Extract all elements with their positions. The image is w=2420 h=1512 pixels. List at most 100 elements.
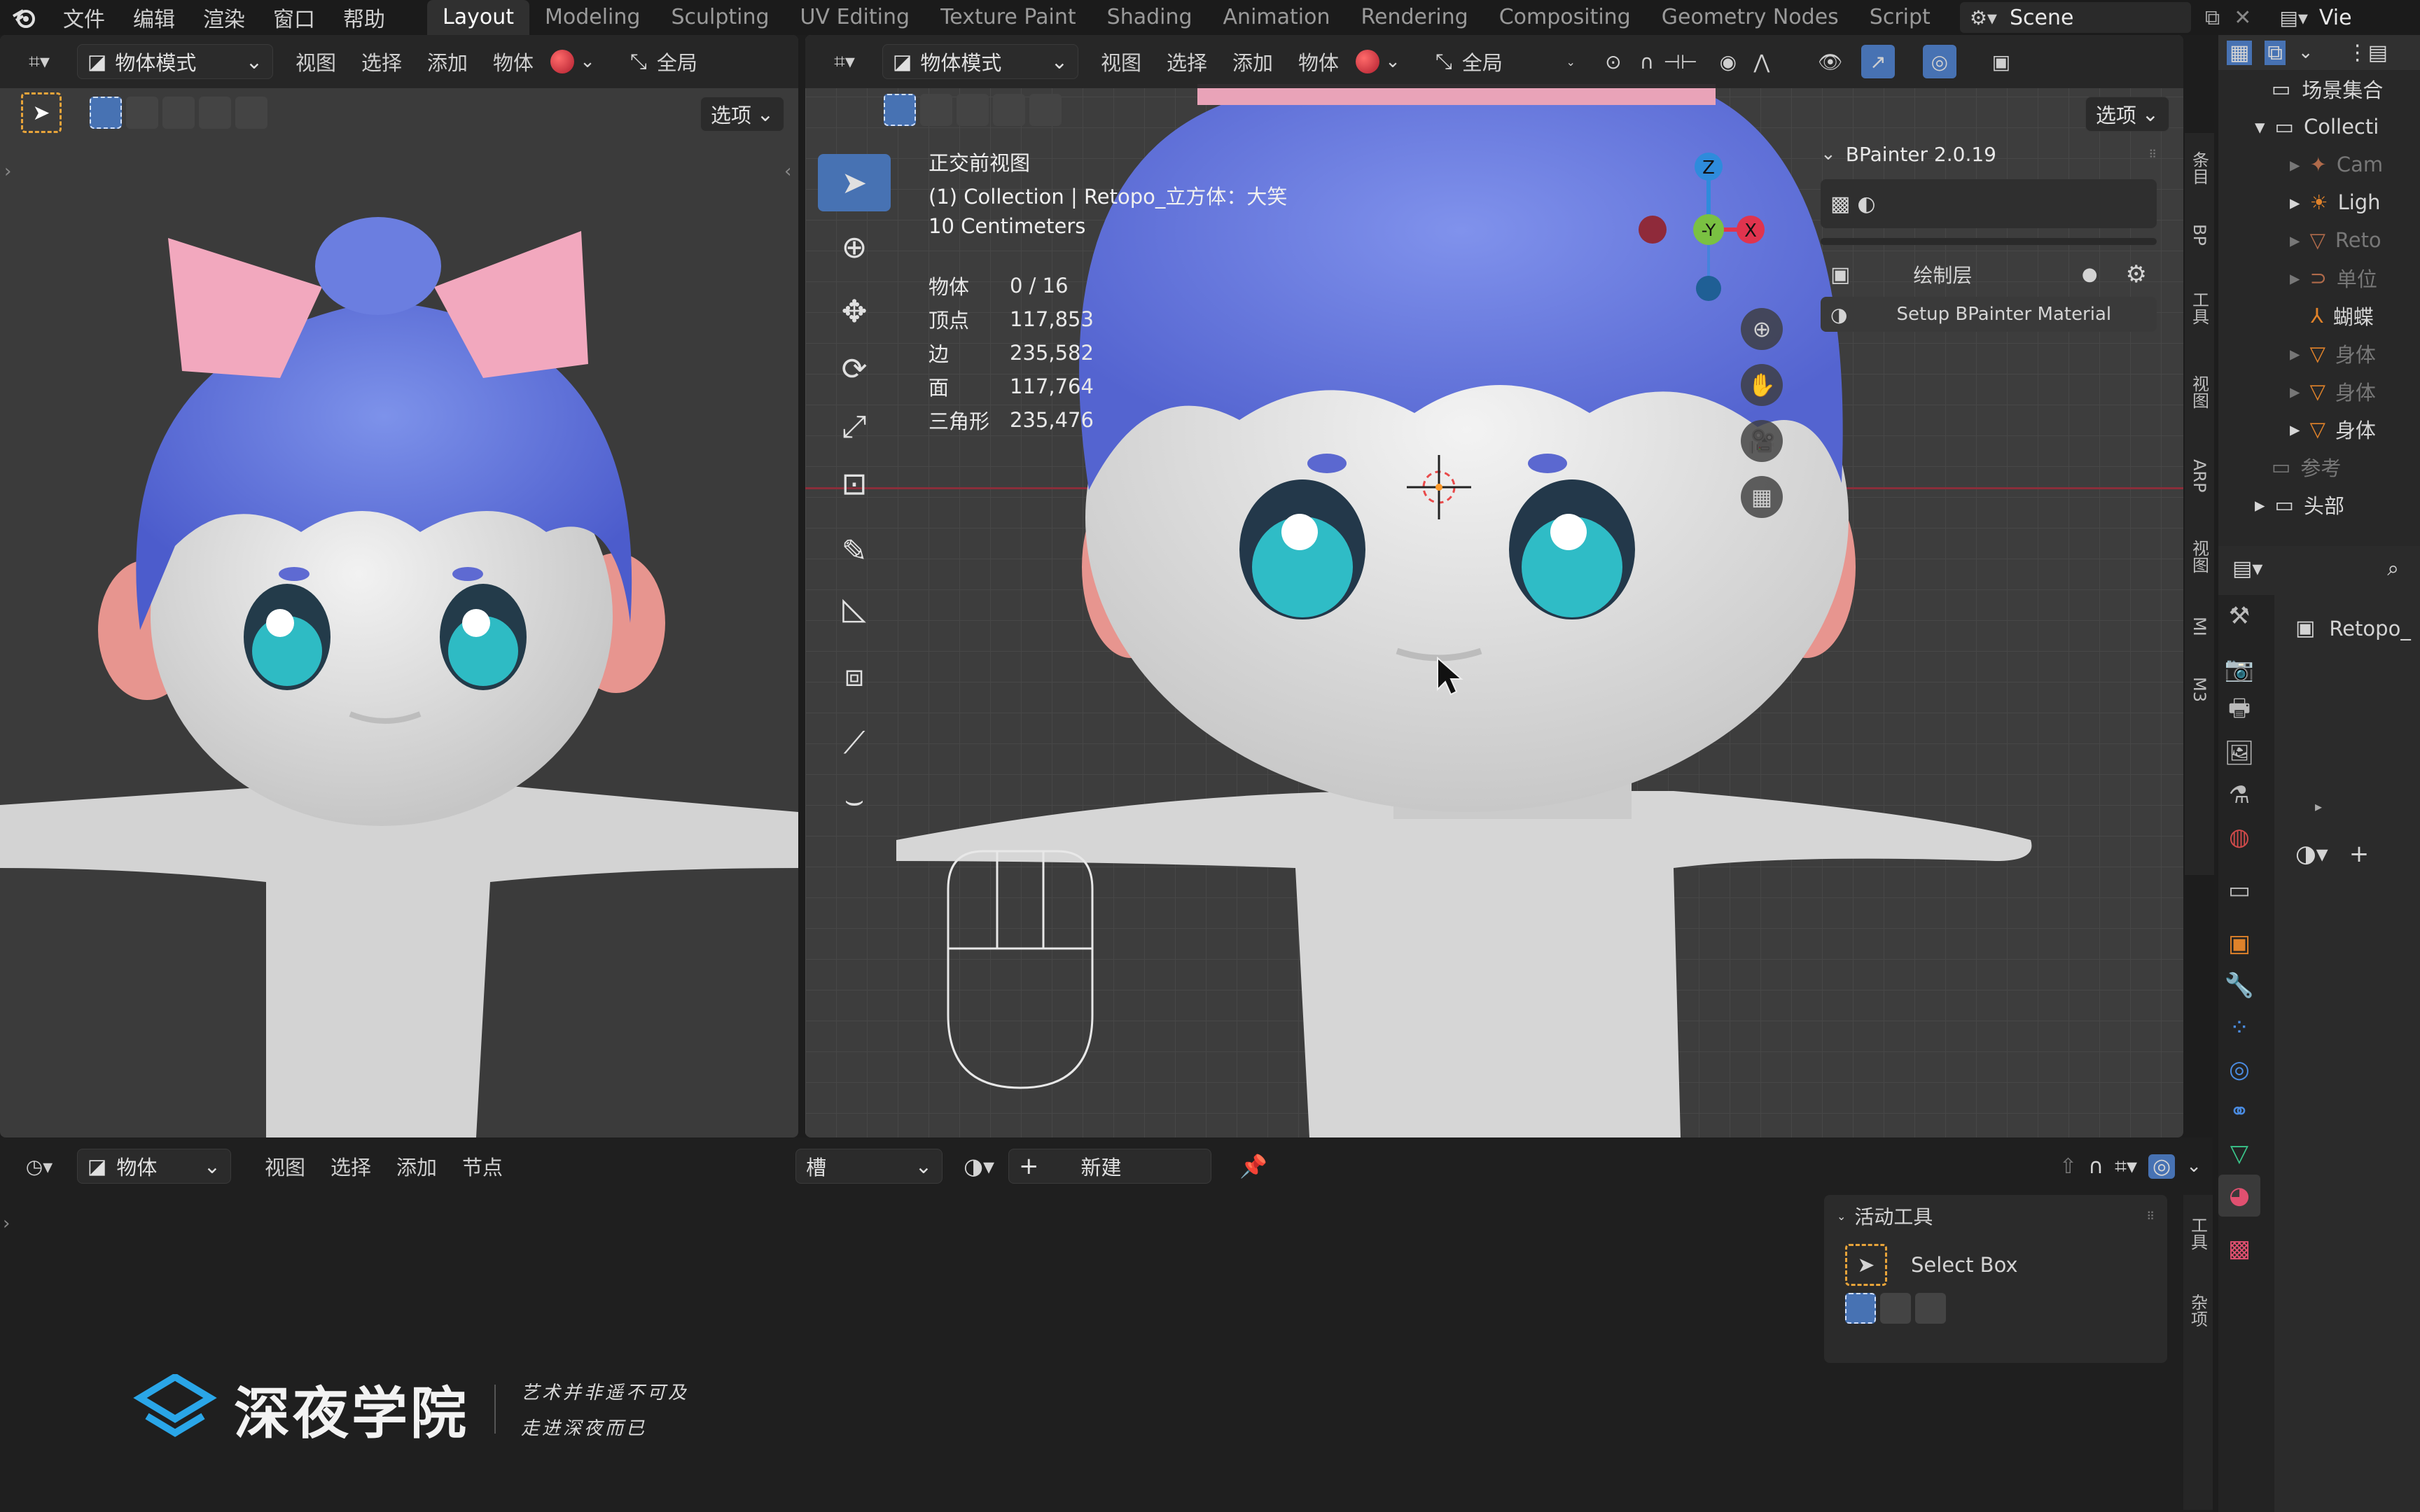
drag-handle-icon[interactable]: ⠿ (2146, 1210, 2155, 1223)
camera-view-icon[interactable]: 🎥 (1741, 420, 1783, 462)
tab-animation[interactable]: Animation (1208, 0, 1346, 35)
select-subtract-icon[interactable] (957, 94, 989, 126)
paint-layer-row[interactable]: ▣ 绘制层 ● ⚙ (1821, 255, 2157, 294)
ortho-grid-icon[interactable]: ▦ (1741, 476, 1783, 518)
bpainter-header[interactable]: ⌄ BPainter 2.0.19 ⠿ (1821, 133, 2157, 175)
left-menu-view[interactable]: 视图 (283, 47, 349, 76)
material-sphere-icon[interactable]: ◐ (1857, 192, 1875, 216)
left-menu-object[interactable]: 物体 (480, 47, 546, 76)
area-divider[interactable] (798, 35, 805, 1138)
select-invert-icon[interactable] (199, 97, 231, 129)
node-menu-add[interactable]: 添加 (384, 1152, 450, 1181)
view-layer-selector[interactable]: ▤▾ Vie (2279, 6, 2351, 30)
view-layer-icon[interactable]: 🖼 (2218, 732, 2260, 774)
overlay-toggle-icon[interactable]: ◎ (2148, 1154, 2176, 1179)
editor-type-icon[interactable]: ⌗▾ (11, 45, 67, 78)
left-menu-add[interactable]: 添加 (415, 47, 480, 76)
main-mode-dropdown[interactable]: ◪ 物体模式 ⌄ (882, 44, 1078, 79)
collection-icon[interactable]: ▭ (2218, 869, 2260, 911)
main-options-dropdown[interactable]: 选项 ⌄ (2085, 97, 2169, 132)
xray-toggle-icon[interactable]: ▣ (1984, 45, 2018, 78)
outliner-item[interactable]: ▸ ▽ Reto (2290, 221, 2420, 259)
tool-settings-icon[interactable]: ⚒ (2218, 595, 2260, 637)
menu-render[interactable]: 渲染 (189, 2, 259, 33)
tab-view[interactable]: 视图 (2185, 350, 2214, 434)
rotate-tool-icon[interactable]: ⟳ (818, 340, 891, 398)
select-subtract-icon[interactable] (1915, 1293, 1946, 1324)
select-new-icon[interactable] (90, 97, 122, 129)
filter-icon[interactable]: ⋮▤ (2347, 41, 2388, 65)
material-icon[interactable]: ◕ (2218, 1175, 2260, 1217)
setup-material-button[interactable]: ◑ Setup BPainter Material (1821, 297, 2157, 332)
constraints-icon[interactable]: ⚭ (2218, 1091, 2260, 1133)
outliner-item[interactable]: ▸ ▽ 身体 (2290, 410, 2420, 448)
checker-texture-icon[interactable]: ▩ (1830, 192, 1850, 216)
left-options-dropdown[interactable]: 选项 ⌄ (700, 97, 784, 132)
object-name-field[interactable]: ▣ Retopo_ (2295, 616, 2411, 640)
left-menu-select[interactable]: 选择 (349, 47, 415, 76)
outliner-item[interactable]: ▸ ▭ 头部 (2255, 486, 2420, 524)
tab-view-2[interactable]: 视图 (2185, 518, 2214, 595)
expand-left-icon[interactable]: › (3, 1213, 10, 1234)
select-box-tool-icon[interactable]: ➤ (21, 92, 62, 133)
snap-grid-icon[interactable]: ⌗▾ (2115, 1154, 2137, 1179)
tab-shading[interactable]: Shading (1092, 0, 1208, 35)
menu-file[interactable]: 文件 (49, 2, 119, 33)
world-icon[interactable]: ◍ (2218, 816, 2260, 858)
left-transform-orientation[interactable]: ⤡ 全局 (630, 47, 697, 76)
snap-magnet-icon[interactable]: ∩ (2088, 1154, 2103, 1179)
data-mesh-icon[interactable]: ▽ (2218, 1133, 2260, 1175)
outliner-item[interactable]: ▸ ▽ 身体 (2290, 335, 2420, 372)
tab-tool[interactable]: 工具 (2183, 1195, 2213, 1272)
outliner-item[interactable]: ▸ ▽ 身体 (2290, 372, 2420, 410)
tab-tool[interactable]: 工具 (2185, 266, 2214, 350)
outliner-item[interactable]: ▭ 参考 (2272, 448, 2420, 486)
scale-tool-icon[interactable]: ⤢ (818, 398, 891, 455)
transform-tool-icon[interactable]: ⊡ (818, 455, 891, 512)
add-cube-tool-icon[interactable]: ⧈ (818, 647, 891, 704)
active-tool-row[interactable]: ➤ Select Box (1824, 1237, 2167, 1293)
delete-scene-icon[interactable]: ✕ (2234, 6, 2251, 30)
shading-sphere-icon[interactable] (1356, 50, 1380, 74)
outliner-item[interactable]: ▸ ⊃ 单位 (2290, 259, 2420, 297)
collapse-left-toolbar-icon[interactable]: ‹ (784, 161, 791, 182)
outliner-item[interactable]: ⅄ 蝴蝶 (2290, 297, 2420, 335)
node-menu-node[interactable]: 节点 (450, 1152, 515, 1181)
node-type-dropdown[interactable]: ◪ 物体 ⌄ (77, 1149, 231, 1184)
tab-compositing[interactable]: Compositing (1484, 0, 1646, 35)
collapse-left-icon[interactable]: › (4, 161, 11, 182)
tab-geometry-nodes[interactable]: Geometry Nodes (1646, 0, 1854, 35)
visibility-eye-icon[interactable]: 👁 (1814, 45, 1847, 78)
tab-item[interactable]: 条目 (2185, 133, 2214, 203)
select-intersect-icon[interactable] (235, 97, 267, 129)
output-icon[interactable]: 🖶 (2218, 690, 2260, 732)
move-tool-icon[interactable]: ✥ (818, 283, 891, 340)
new-scene-icon[interactable]: ⧉ (2205, 6, 2220, 30)
menu-window[interactable]: 窗口 (259, 2, 329, 33)
tab-m3[interactable]: M3 (2185, 658, 2214, 721)
select-intersect-icon[interactable] (1029, 94, 1062, 126)
main-menu-add[interactable]: 添加 (1220, 47, 1286, 76)
outliner-item[interactable]: ▸ ✦ Cam (2290, 146, 2420, 183)
snap-magnet-icon[interactable]: ∩ (1630, 45, 1664, 78)
tab-uv-editing[interactable]: UV Editing (785, 0, 926, 35)
poly-build-tool-icon[interactable]: ⟋ (818, 714, 891, 771)
blender-logo-icon[interactable] (0, 0, 49, 35)
main-menu-select[interactable]: 选择 (1154, 47, 1220, 76)
drag-handle-icon[interactable]: ⠿ (2148, 148, 2157, 161)
particles-icon[interactable]: ⁘ (2218, 1007, 2260, 1049)
select-new-icon[interactable] (884, 94, 916, 126)
editor-type-icon[interactable]: ⌗▾ (816, 45, 872, 78)
scene-selector[interactable]: ⚙▾ Scene (1959, 2, 2191, 33)
pivot-point-icon[interactable]: ⊙ (1597, 45, 1630, 78)
tab-misc[interactable]: 杂项 (2183, 1272, 2213, 1349)
select-invert-icon[interactable] (993, 94, 1025, 126)
chevron-down-icon[interactable]: ⌄ (2298, 42, 2314, 63)
select-new-icon[interactable] (1845, 1293, 1876, 1324)
modifier-wrench-icon[interactable]: 🔧 (2218, 965, 2260, 1007)
physics-icon[interactable]: ◎ (2218, 1049, 2260, 1091)
main-transform-orientation[interactable]: ⤡ 全局 ⌄ (1435, 47, 1576, 76)
select-extend-icon[interactable] (126, 97, 158, 129)
pin-icon[interactable]: 📌 (1239, 1153, 1267, 1180)
expand-arrow-icon[interactable]: ▸ (2315, 798, 2322, 815)
